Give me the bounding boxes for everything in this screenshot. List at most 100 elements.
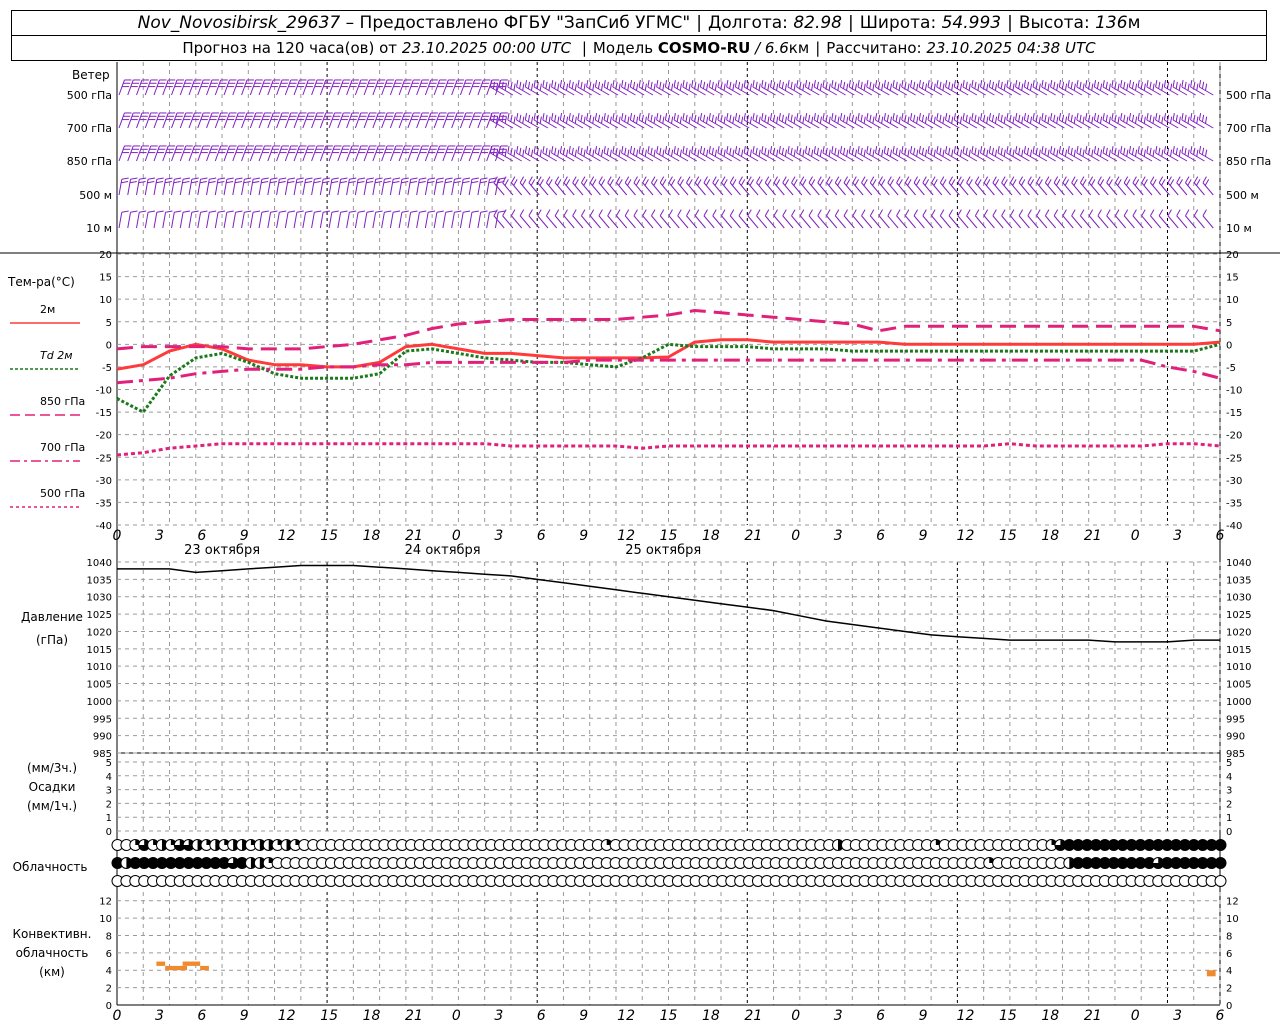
wind-barb-feather <box>883 146 886 154</box>
wind-barb-feather <box>539 116 542 124</box>
wind-barb-feather <box>1001 176 1006 183</box>
wind-barb-shaft <box>223 212 228 229</box>
wind-barb <box>206 79 220 96</box>
wind-barb-shaft <box>136 112 143 129</box>
pressure-ytick-left: 1025 <box>87 610 112 621</box>
wind-barb-feather <box>671 149 674 157</box>
wind-barb <box>1009 209 1022 229</box>
wind-barb-feather <box>808 176 813 183</box>
wind-barb-shaft <box>852 215 864 229</box>
wind-barb <box>782 176 794 196</box>
wind-barb-shaft <box>398 212 403 229</box>
wind-barb-feather <box>913 176 919 183</box>
wind-barb-feather <box>828 149 831 157</box>
wind-barb-feather <box>1143 179 1148 186</box>
wind-barb-feather <box>606 81 609 89</box>
wind-barb-feather <box>1015 113 1018 121</box>
wind-barb-feather <box>878 176 883 183</box>
wind-barb-feather <box>1003 179 1008 186</box>
wind-barb-feather <box>662 83 665 91</box>
wind-barb-feather <box>542 146 545 154</box>
wind-barb-shaft <box>346 179 350 196</box>
wind-barb-feather <box>878 209 883 216</box>
wind-barb-feather <box>644 116 647 124</box>
wind-barb-feather <box>755 81 758 89</box>
wind-barb <box>337 177 348 196</box>
temp-ytick-left: -20 <box>96 431 112 442</box>
wind-barb-feather <box>200 210 208 213</box>
wind-barb-feather <box>755 114 758 122</box>
wind-barb-feather <box>848 113 851 121</box>
x-tick-label: 15 <box>320 528 338 544</box>
wind-barb-feather <box>901 80 904 88</box>
wind-barb <box>144 210 156 229</box>
wind-barb-feather <box>741 116 744 124</box>
wind-barb-feather <box>764 147 767 155</box>
wind-barb-feather <box>936 80 939 88</box>
wind-barb-shaft <box>206 212 210 229</box>
wind-barb-feather <box>580 114 583 122</box>
wind-barb-feather <box>1149 147 1152 155</box>
temp-ytick-right: -40 <box>1226 521 1242 532</box>
wind-barb-feather <box>699 80 703 88</box>
wind-barb-feather <box>445 210 453 213</box>
wind-barb-feather <box>957 209 962 216</box>
wind-barb-feather <box>863 179 868 186</box>
wind-barb-shaft <box>1097 215 1109 229</box>
wind-barb-feather <box>653 83 656 91</box>
wind-barb <box>1071 176 1083 196</box>
wind-barb <box>302 79 316 96</box>
wind-barb-feather <box>997 80 1000 88</box>
wind-barb <box>118 145 132 162</box>
wind-barb-feather <box>767 83 770 91</box>
wind-barb-feather <box>1079 209 1085 216</box>
wind-barb-feather <box>767 116 770 124</box>
wind-barb <box>729 209 741 229</box>
wind-barb <box>861 176 873 196</box>
wind-barb <box>188 177 199 196</box>
wind-barb <box>328 145 342 162</box>
wind-barb-feather <box>997 113 1000 121</box>
wind-barb-feather <box>1137 146 1140 154</box>
wind-barb <box>293 79 307 96</box>
wind-barb-feather <box>139 177 147 180</box>
wind-barb <box>232 112 246 129</box>
wind-barb-feather <box>1117 83 1120 91</box>
wind-barb-shaft <box>162 145 169 162</box>
wind-barb <box>651 209 663 229</box>
wind-barb-feather <box>1108 83 1111 91</box>
wind-barb-feather <box>191 177 199 180</box>
wind-barb-feather <box>1062 209 1067 216</box>
wind-barb-feather <box>583 116 586 124</box>
wind-barb-feather <box>572 176 577 183</box>
pressure-ytick-right: 1015 <box>1226 645 1251 656</box>
wind-barb <box>249 145 263 162</box>
wind-barb-feather <box>384 177 392 180</box>
wind-barb-feather <box>572 209 577 216</box>
wind-barb-shaft <box>136 179 140 196</box>
wind-barb-feather <box>1044 209 1050 216</box>
wind-barb-feather <box>971 80 974 88</box>
wind-barb-shaft <box>773 182 785 196</box>
wind-barb-feather <box>1187 83 1190 91</box>
wind-barb-shaft <box>328 212 333 229</box>
wind-barb-feather <box>1085 80 1088 88</box>
wind-barb-shaft <box>136 79 143 96</box>
wind-barb <box>677 176 689 196</box>
conv-axis-label: облачность <box>16 946 89 960</box>
wind-barb-shaft <box>913 182 925 196</box>
wind-barb-feather <box>986 83 989 91</box>
wind-barb-feather <box>1091 83 1094 91</box>
wind-barb-feather <box>323 177 331 180</box>
wind-barb-feather <box>822 146 825 154</box>
x-tick-label: 0 <box>113 528 122 544</box>
wind-barb-feather <box>740 179 746 186</box>
wind-barb-feather <box>712 176 717 183</box>
wind-barb-shaft <box>677 215 689 229</box>
wind-barb <box>1202 176 1214 196</box>
wind-barb <box>302 145 316 162</box>
wind-barb-feather <box>662 149 665 157</box>
wind-barb-feather <box>1117 179 1122 186</box>
wind-barb-feather <box>886 81 890 89</box>
wind-barb-shaft <box>214 112 222 129</box>
